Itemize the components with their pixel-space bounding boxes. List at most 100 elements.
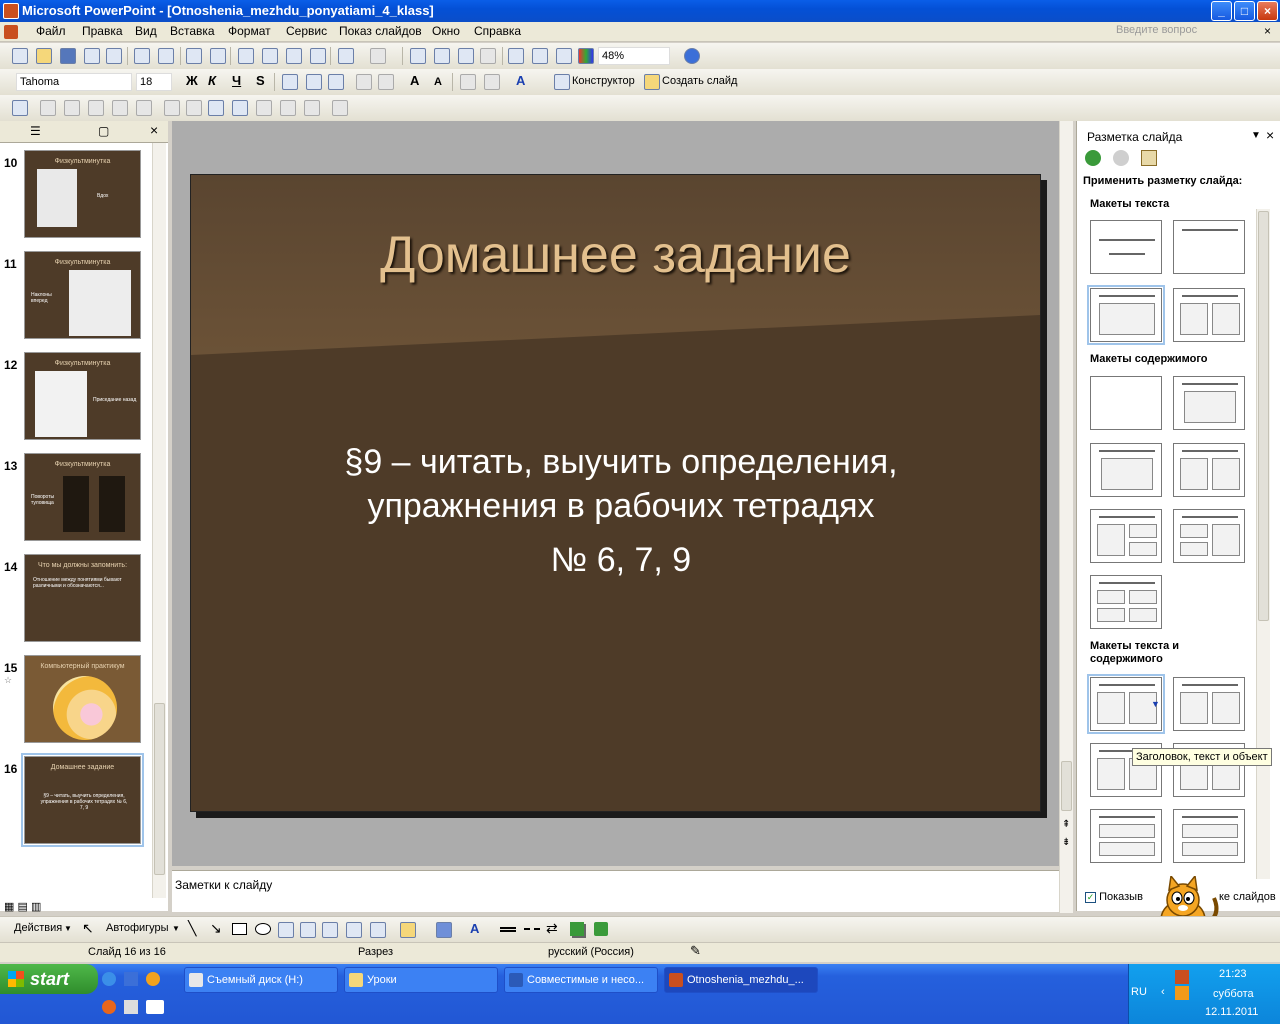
- layout-content[interactable]: [1173, 376, 1245, 430]
- format-painter-icon[interactable]: [310, 48, 326, 64]
- slide-thumbnail-14[interactable]: Что мы должны запомнить: Отношение между…: [24, 554, 141, 642]
- canvas-scroll-thumb[interactable]: [1061, 761, 1072, 811]
- less-contrast-icon[interactable]: [88, 100, 104, 116]
- menu-edit[interactable]: Правка: [82, 24, 123, 38]
- expand-icon[interactable]: [508, 48, 524, 64]
- slides-tab-icon[interactable]: ▢: [98, 124, 109, 138]
- reset-picture-icon[interactable]: [332, 100, 348, 116]
- taskpane-close-icon[interactable]: ×: [1266, 127, 1274, 143]
- show-formatting-icon[interactable]: [532, 48, 548, 64]
- designer-button[interactable]: Конструктор: [572, 75, 635, 87]
- normal-view-icon[interactable]: ▦: [4, 901, 14, 913]
- color-grayscale-icon[interactable]: [578, 48, 594, 64]
- menu-slideshow[interactable]: Показ слайдов: [339, 24, 422, 38]
- back-icon[interactable]: [1085, 150, 1101, 166]
- zoom-combo[interactable]: 48%: [598, 47, 670, 65]
- slide-thumbnail-10[interactable]: Физкультминутка Вдох: [24, 150, 141, 238]
- taskpane-dropdown-icon[interactable]: ▼: [1251, 130, 1261, 141]
- slides-pane-scroll-thumb[interactable]: [154, 703, 165, 875]
- menu-window[interactable]: Окно: [432, 24, 460, 38]
- actions-menu[interactable]: Действия: [14, 922, 62, 934]
- start-button[interactable]: start: [0, 964, 98, 994]
- cut-icon[interactable]: [238, 48, 254, 64]
- menu-help[interactable]: Справка: [474, 24, 521, 38]
- permission-icon[interactable]: [84, 48, 100, 64]
- rectangle-icon[interactable]: [232, 923, 247, 935]
- shadow-style-icon[interactable]: [570, 922, 584, 936]
- taskpane-scrollbar[interactable]: [1256, 209, 1270, 879]
- crop-icon[interactable]: [164, 100, 180, 116]
- more-brightness-icon[interactable]: [112, 100, 128, 116]
- maximize-button[interactable]: □: [1234, 1, 1255, 21]
- language-indicator[interactable]: RU: [1131, 986, 1147, 998]
- 3d-style-icon[interactable]: [594, 922, 608, 936]
- firefox-icon[interactable]: [102, 1000, 116, 1014]
- slides-pane-scrollbar[interactable]: [152, 143, 166, 898]
- layout-three-content-alt[interactable]: [1173, 509, 1245, 563]
- next-slide-icon[interactable]: ⇟: [1062, 837, 1070, 848]
- align-center-icon[interactable]: [306, 74, 322, 90]
- rotate-icon[interactable]: [186, 100, 202, 116]
- taskbar-item-lessons[interactable]: Уроки: [344, 967, 498, 993]
- new-slide-icon[interactable]: [644, 74, 660, 90]
- layout-three-content[interactable]: [1090, 509, 1162, 563]
- picture-icon[interactable]: [370, 922, 386, 938]
- copy-icon[interactable]: [262, 48, 278, 64]
- research-icon[interactable]: [210, 48, 226, 64]
- layout-dropdown-icon[interactable]: ▼: [1151, 699, 1160, 709]
- increase-font-button[interactable]: A: [410, 73, 419, 88]
- current-slide[interactable]: Домашнее задание §9 – читать, выучить оп…: [190, 174, 1041, 812]
- insert-hyperlink-icon[interactable]: [480, 48, 496, 64]
- spelling-status-icon[interactable]: ✎: [690, 943, 701, 959]
- oval-icon[interactable]: [255, 923, 271, 935]
- numbering-icon[interactable]: [356, 74, 372, 90]
- open-icon[interactable]: [36, 48, 52, 64]
- actions-dropdown-icon[interactable]: ▼: [64, 924, 72, 933]
- minimize-button[interactable]: _: [1211, 1, 1232, 21]
- forward-icon[interactable]: [1113, 150, 1129, 166]
- clipart-icon[interactable]: [346, 922, 362, 938]
- line-icon[interactable]: ╲: [188, 920, 196, 937]
- menu-view[interactable]: Вид: [135, 24, 157, 38]
- italic-button[interactable]: К: [208, 73, 216, 88]
- tables-borders-icon[interactable]: [458, 48, 474, 64]
- insert-picture-icon[interactable]: [12, 100, 28, 116]
- align-right-icon[interactable]: [328, 74, 344, 90]
- font-size-combo[interactable]: 18: [136, 73, 172, 91]
- home-icon[interactable]: [1141, 150, 1157, 166]
- arrow-style-icon[interactable]: ⇄: [546, 920, 558, 937]
- sorter-view-icon[interactable]: ▤: [17, 901, 27, 913]
- transparent-color-icon[interactable]: [304, 100, 320, 116]
- new-slide-button[interactable]: Создать слайд: [662, 75, 737, 87]
- more-contrast-icon[interactable]: [64, 100, 80, 116]
- taskbar-item-drive[interactable]: Съемный диск (H:): [184, 967, 338, 993]
- print-preview-icon[interactable]: [158, 48, 174, 64]
- slide-thumbnail-11[interactable]: Физкультминутка Наклоны вперед: [24, 251, 141, 339]
- font-combo[interactable]: Tahoma: [16, 73, 132, 91]
- slide-title[interactable]: Домашнее задание: [191, 225, 1040, 285]
- slide-thumbnail-12[interactable]: Физкультминутка Приседание назад: [24, 352, 141, 440]
- menu-tools[interactable]: Сервис: [286, 24, 327, 38]
- layout-four-content[interactable]: [1090, 575, 1162, 629]
- redo-icon[interactable]: [370, 48, 386, 64]
- quicklaunch-icon[interactable]: [124, 1000, 138, 1014]
- align-left-icon[interactable]: [282, 74, 298, 90]
- undo-icon[interactable]: [338, 48, 354, 64]
- increase-indent-icon[interactable]: [484, 74, 500, 90]
- slide-body[interactable]: §9 – читать, выучить определения, упражн…: [251, 440, 991, 582]
- decrease-indent-icon[interactable]: [460, 74, 476, 90]
- decrease-font-button[interactable]: A: [434, 76, 442, 88]
- tray-app-icon[interactable]: [1175, 970, 1189, 984]
- format-picture-icon[interactable]: [280, 100, 296, 116]
- underline-button[interactable]: Ч: [232, 73, 241, 88]
- ie-icon[interactable]: [102, 972, 116, 986]
- select-pointer-icon[interactable]: ↖: [82, 920, 94, 937]
- new-icon[interactable]: [12, 48, 28, 64]
- desktop-icon[interactable]: [124, 972, 138, 986]
- email-icon[interactable]: [106, 48, 122, 64]
- layout-blank[interactable]: [1090, 376, 1162, 430]
- bold-button[interactable]: Ж: [186, 73, 198, 88]
- layout-two-content[interactable]: [1173, 443, 1245, 497]
- taskbar-item-powerpoint[interactable]: Otnoshenia_mezhdu_...: [664, 967, 818, 993]
- compress-icon[interactable]: [232, 100, 248, 116]
